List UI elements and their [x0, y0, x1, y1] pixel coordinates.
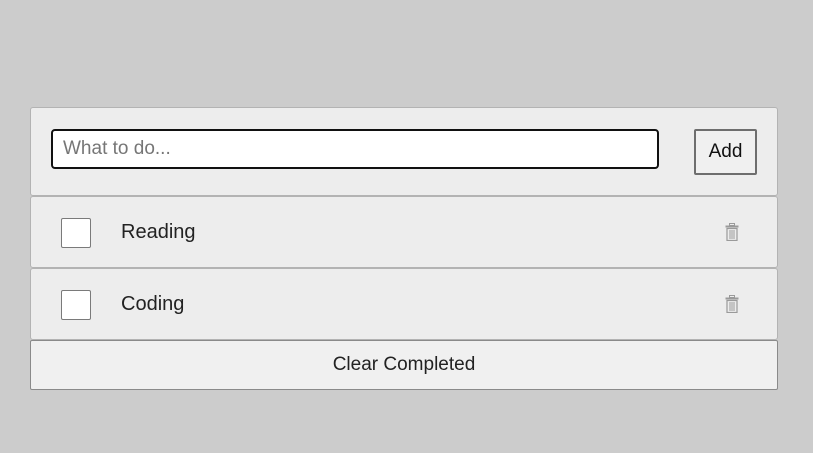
todo-app: Add Reading Coding Clear Completed	[30, 107, 778, 390]
new-todo-panel: Add	[30, 107, 778, 196]
todo-label: Reading	[121, 221, 196, 243]
todo-checkbox[interactable]	[61, 290, 91, 320]
trash-icon[interactable]	[725, 295, 739, 313]
trash-icon[interactable]	[725, 223, 739, 241]
add-button[interactable]: Add	[694, 129, 757, 175]
new-todo-input[interactable]	[51, 129, 659, 169]
todo-item-reading: Reading	[30, 196, 778, 268]
todo-item-coding: Coding	[30, 268, 778, 340]
clear-completed-button[interactable]: Clear Completed	[30, 340, 778, 390]
todo-checkbox[interactable]	[61, 218, 91, 248]
todo-label: Coding	[121, 293, 185, 315]
